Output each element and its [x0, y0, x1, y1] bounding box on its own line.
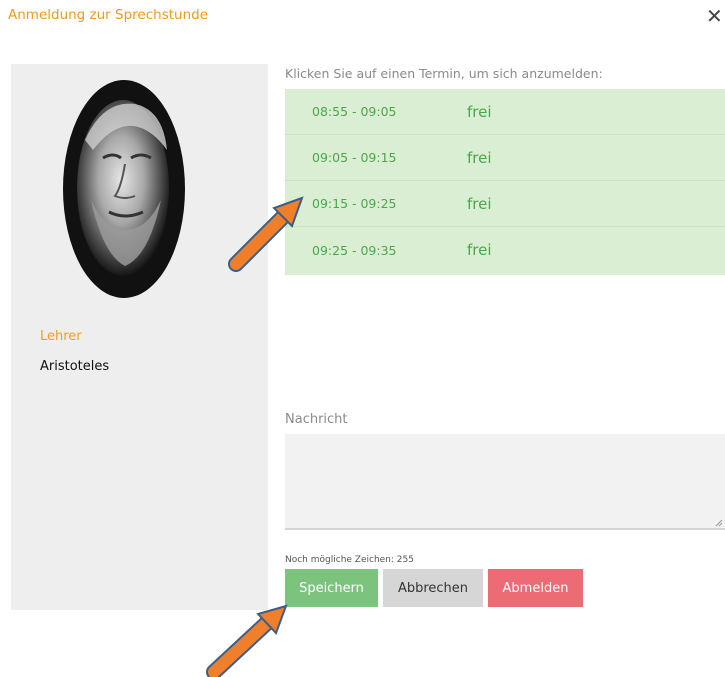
slot-time: 09:25 - 09:35: [312, 242, 397, 258]
slot-status: frei: [467, 102, 492, 121]
appointment-slot[interactable]: 09:15 - 09:25 frei: [285, 181, 725, 227]
appointment-slot[interactable]: 09:05 - 09:15 frei: [285, 135, 725, 181]
resize-grip-icon[interactable]: [715, 519, 723, 527]
logout-button[interactable]: Abmelden: [488, 569, 583, 607]
save-button[interactable]: Speichern: [285, 569, 378, 607]
message-textarea[interactable]: [285, 434, 725, 530]
remaining-characters: Noch mögliche Zeichen: 255: [285, 555, 414, 565]
message-label: Nachricht: [285, 412, 348, 427]
appointment-slot-list: 08:55 - 09:05 frei 09:05 - 09:15 frei 09…: [285, 89, 725, 275]
teacher-name: Aristoteles: [40, 359, 110, 374]
close-icon[interactable]: ✕: [706, 4, 723, 28]
dialog-title: Anmeldung zur Sprechstunde: [8, 7, 209, 23]
teacher-panel: Lehrer Aristoteles: [11, 64, 268, 610]
slot-status: frei: [467, 241, 492, 259]
teacher-role-label: Lehrer: [40, 329, 82, 344]
slot-time: 09:05 - 09:15: [312, 150, 397, 165]
appointment-slot[interactable]: 08:55 - 09:05 frei: [285, 89, 725, 135]
slot-time: 08:55 - 09:05: [312, 104, 397, 119]
slot-time: 09:15 - 09:25: [312, 196, 397, 211]
arrow-to-save-icon: [206, 604, 288, 677]
cancel-button[interactable]: Abbrechen: [383, 569, 483, 607]
appointment-instruction: Klicken Sie auf einen Termin, um sich an…: [285, 66, 603, 81]
appointment-slot[interactable]: 09:25 - 09:35 frei: [285, 227, 725, 273]
slot-status: frei: [467, 148, 492, 167]
teacher-portrait: [63, 80, 185, 298]
slot-status: frei: [467, 194, 492, 213]
